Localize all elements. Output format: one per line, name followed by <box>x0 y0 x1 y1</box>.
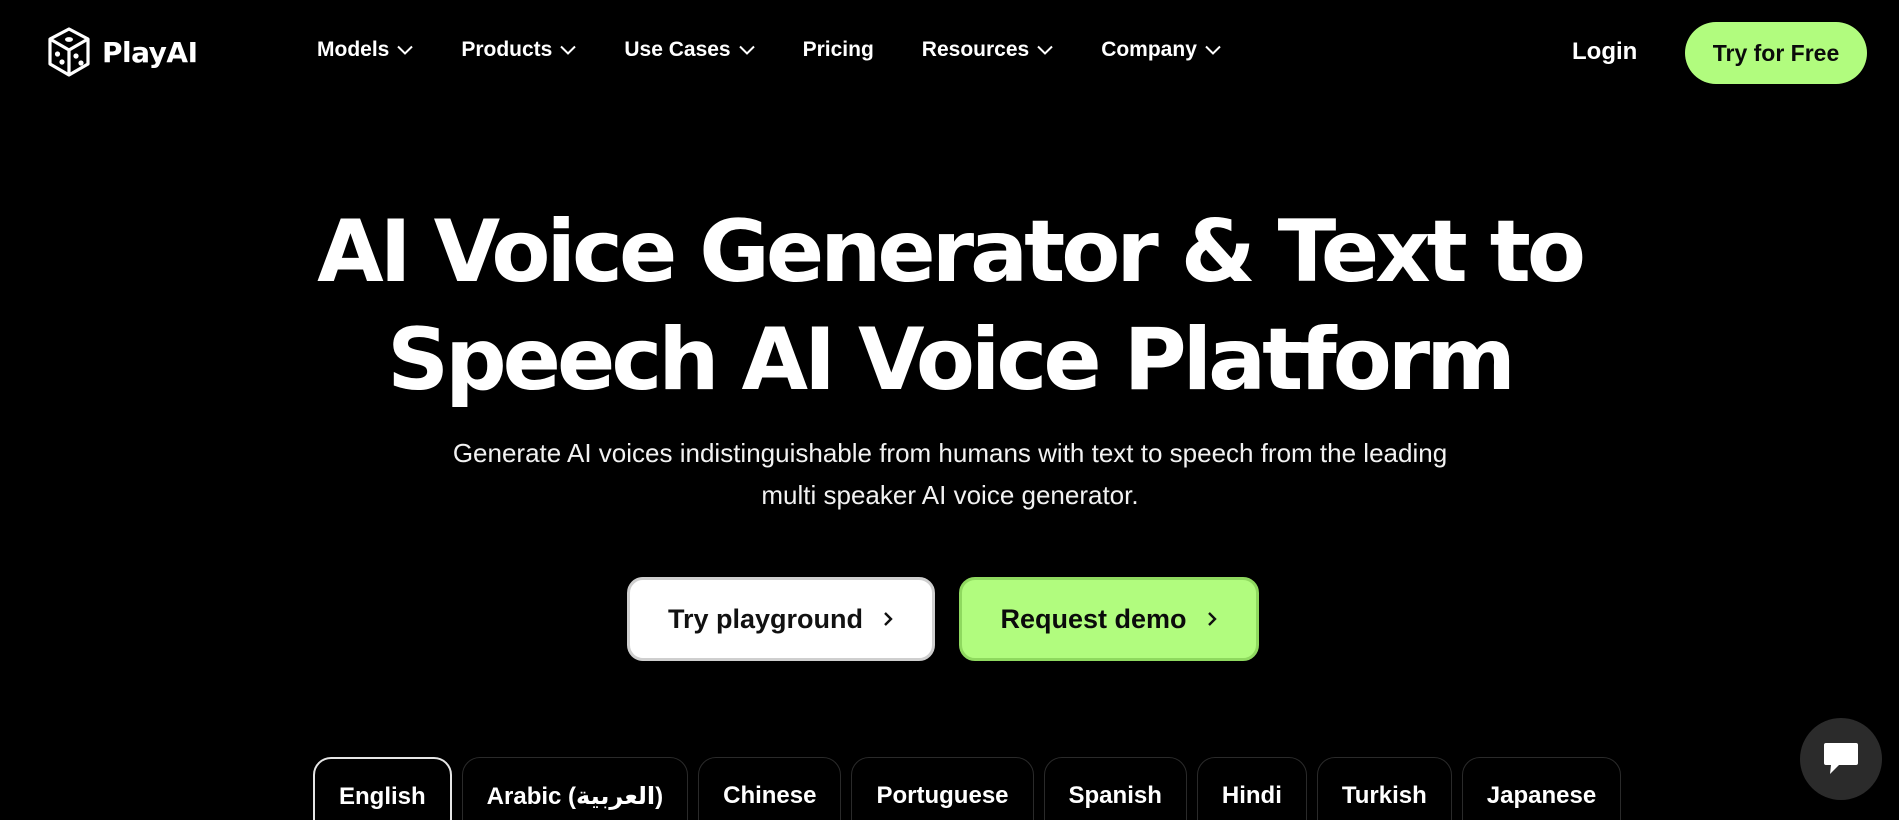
nav-item-company[interactable]: Company <box>1101 38 1221 62</box>
tab-portuguese[interactable]: Portuguese <box>851 757 1034 820</box>
hero-subtitle: Generate AI voices indistinguishable fro… <box>400 432 1500 516</box>
tab-arabic[interactable]: Arabic (العربية) <box>461 757 689 820</box>
tab-hindi[interactable]: Hindi <box>1196 757 1307 820</box>
tab-spanish[interactable]: Spanish <box>1043 757 1187 820</box>
chat-launcher-button[interactable] <box>1800 718 1882 800</box>
hero-cta-row: Try playground Request demo <box>0 577 1899 661</box>
chevron-down-icon <box>397 45 414 55</box>
tab-japanese[interactable]: Japanese <box>1461 757 1622 820</box>
nav-item-use-cases[interactable]: Use Cases <box>624 38 755 62</box>
nav-item-products[interactable]: Products <box>461 38 577 62</box>
try-for-free-button[interactable]: Try for Free <box>1685 22 1867 84</box>
nav-item-models[interactable]: Models <box>317 38 414 62</box>
login-link[interactable]: Login <box>1572 38 1637 66</box>
hero-title: AI Voice Generator & Text to Speech AI V… <box>0 198 1899 414</box>
hero-subtitle-line-2: multi speaker AI voice generator. <box>761 480 1139 510</box>
brand-logo-link[interactable]: PlayAI <box>46 26 198 78</box>
nav-item-pricing[interactable]: Pricing <box>803 38 874 62</box>
tab-chinese[interactable]: Chinese <box>698 757 842 820</box>
nav-item-label: Pricing <box>802 38 874 61</box>
request-demo-button[interactable]: Request demo <box>958 577 1259 661</box>
chevron-down-icon <box>738 45 755 55</box>
brand-name: PlayAI <box>102 35 198 69</box>
nav-item-label: Resources <box>921 38 1030 61</box>
nav-item-label: Use Cases <box>624 38 731 61</box>
chat-bubble-icon <box>1821 741 1861 777</box>
chevron-down-icon <box>1037 45 1053 55</box>
main-menu: Models Products Use Cases Pricing Resour… <box>317 38 1221 62</box>
chevron-right-icon <box>883 611 893 627</box>
tab-turkish[interactable]: Turkish <box>1316 757 1452 820</box>
request-demo-label: Request demo <box>1000 603 1187 634</box>
try-playground-label: Try playground <box>667 603 864 634</box>
nav-item-resources[interactable]: Resources <box>922 38 1053 62</box>
chevron-down-icon <box>1205 45 1221 55</box>
dice-cube-icon <box>46 26 92 78</box>
top-navigation: PlayAI Models Products Use Cases Pricing… <box>0 0 1899 106</box>
tab-english[interactable]: English <box>313 757 452 820</box>
chevron-down-icon <box>560 45 577 55</box>
nav-item-label: Products <box>461 38 553 61</box>
page: PlayAI Models Products Use Cases Pricing… <box>0 0 1899 820</box>
language-tabs: English Arabic (العربية) Chinese Portugu… <box>313 757 1622 820</box>
chevron-right-icon <box>1207 611 1217 627</box>
nav-item-label: Models <box>317 38 390 61</box>
try-playground-button[interactable]: Try playground <box>626 577 935 661</box>
nav-item-label: Company <box>1101 38 1197 61</box>
hero-title-line-2: Speech AI Voice Platform <box>387 310 1516 410</box>
hero-subtitle-line-1: Generate AI voices indistinguishable fro… <box>452 438 1448 468</box>
hero-title-line-1: AI Voice Generator & Text to <box>317 202 1586 302</box>
